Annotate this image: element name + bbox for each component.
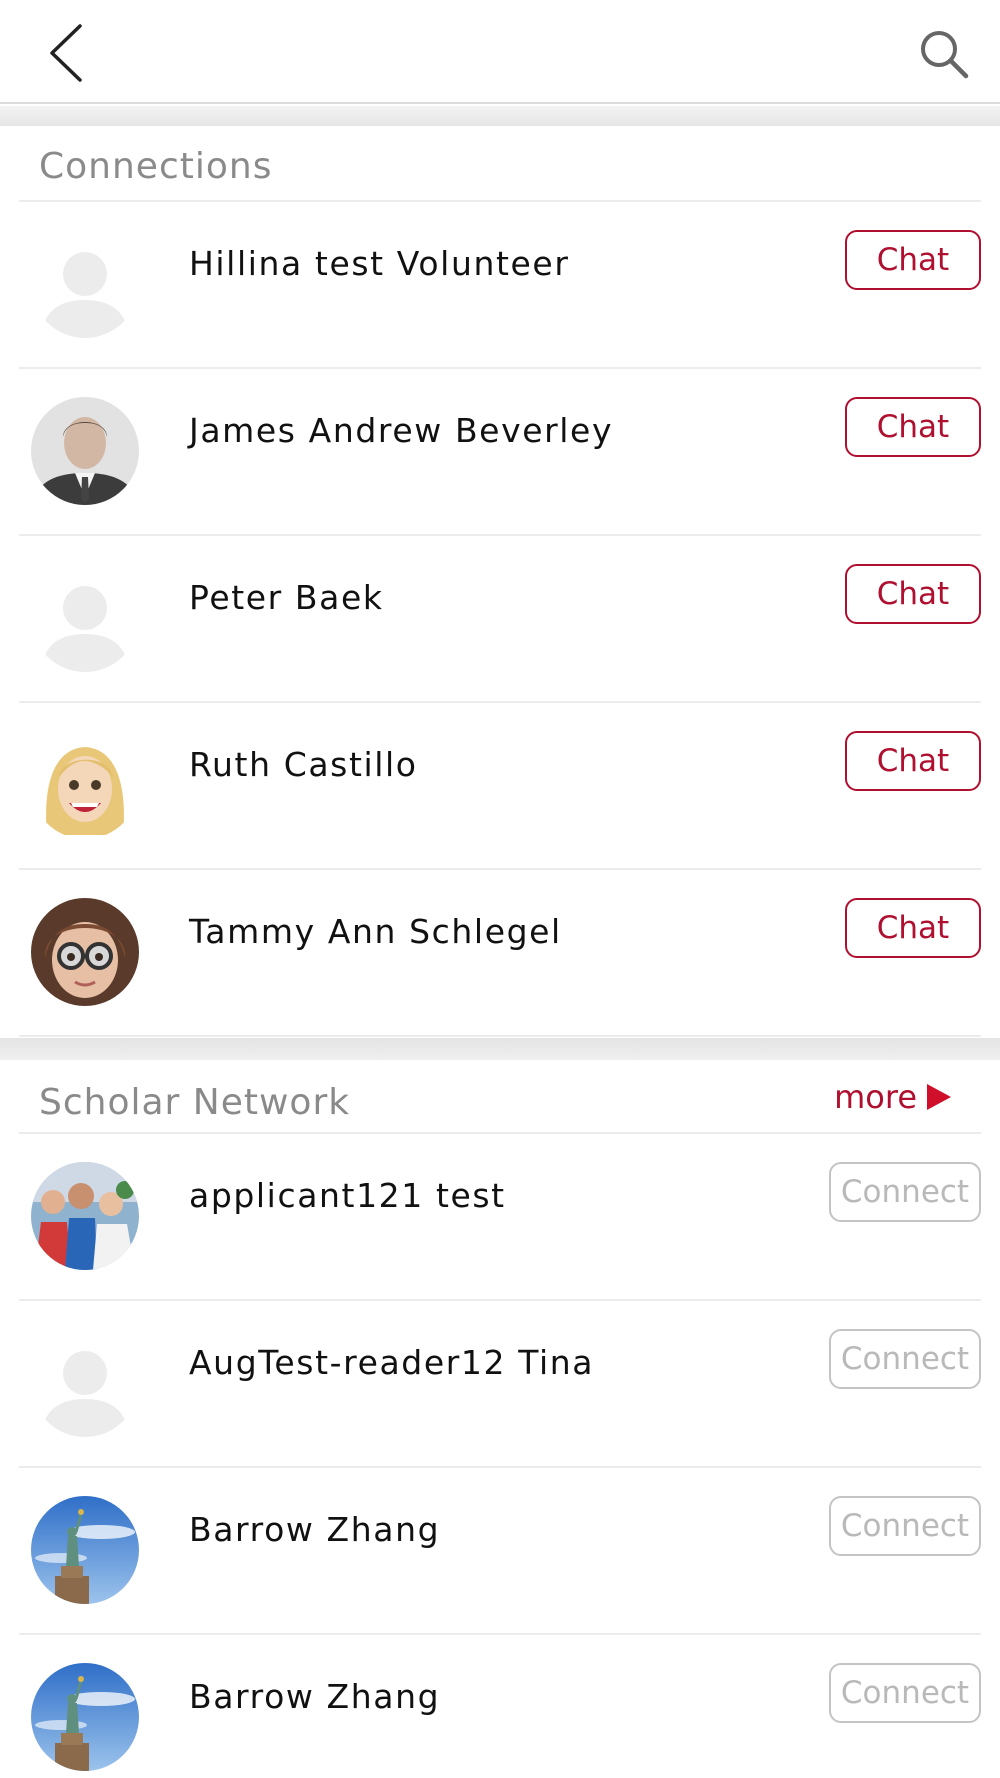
contact-name: Tammy Ann Schlegel bbox=[189, 912, 562, 951]
avatar bbox=[31, 731, 139, 839]
search-icon bbox=[921, 31, 969, 79]
avatar bbox=[31, 397, 139, 505]
connections-title: Connections bbox=[39, 146, 273, 187]
scholar-row[interactable]: AugTest-reader12 Tina Connect bbox=[19, 1301, 981, 1468]
avatar bbox=[31, 898, 139, 1006]
avatar bbox=[31, 1663, 139, 1771]
scholar-row[interactable]: Barrow Zhang Connect bbox=[19, 1635, 981, 1778]
chat-button[interactable]: Chat bbox=[845, 230, 981, 290]
connect-button[interactable]: Connect bbox=[829, 1496, 981, 1556]
scholar-row[interactable]: Barrow Zhang Connect bbox=[19, 1468, 981, 1635]
connection-row[interactable]: Ruth Castillo Chat bbox=[19, 703, 981, 870]
avatar bbox=[31, 1496, 139, 1604]
back-button[interactable] bbox=[44, 22, 88, 84]
connect-button[interactable]: Connect bbox=[829, 1329, 981, 1389]
section-separator bbox=[0, 106, 1000, 126]
top-navigation-bar bbox=[0, 0, 1000, 104]
contact-name: Peter Baek bbox=[189, 578, 384, 617]
chat-button[interactable]: Chat bbox=[845, 898, 981, 958]
scholar-row[interactable]: applicant121 test Connect bbox=[19, 1134, 981, 1301]
connect-button[interactable]: Connect bbox=[829, 1663, 981, 1723]
chevron-left-icon bbox=[50, 24, 82, 82]
avatar bbox=[31, 1162, 139, 1270]
avatar bbox=[31, 230, 139, 338]
connection-row[interactable]: James Andrew Beverley Chat bbox=[19, 369, 981, 536]
connection-row[interactable]: Tammy Ann Schlegel Chat bbox=[19, 870, 981, 1037]
contact-name: Ruth Castillo bbox=[189, 745, 418, 784]
contact-name: Barrow Zhang bbox=[189, 1510, 441, 1549]
contact-name: Hillina test Volunteer bbox=[189, 244, 570, 283]
more-link[interactable]: more bbox=[834, 1078, 951, 1116]
avatar bbox=[31, 564, 139, 672]
contact-name: Barrow Zhang bbox=[189, 1677, 441, 1716]
contact-name: James Andrew Beverley bbox=[189, 411, 614, 450]
connections-header: Connections bbox=[19, 126, 981, 202]
scholar-network-title: Scholar Network bbox=[39, 1082, 351, 1123]
triangle-right-icon bbox=[927, 1084, 951, 1110]
connection-row[interactable]: Peter Baek Chat bbox=[19, 536, 981, 703]
connect-button[interactable]: Connect bbox=[829, 1162, 981, 1222]
chat-button[interactable]: Chat bbox=[845, 397, 981, 457]
avatar bbox=[31, 1329, 139, 1437]
connection-row[interactable]: Hillina test Volunteer Chat bbox=[19, 202, 981, 369]
chat-button[interactable]: Chat bbox=[845, 731, 981, 791]
contact-name: applicant121 test bbox=[189, 1176, 506, 1215]
section-separator bbox=[0, 1038, 1000, 1060]
contact-name: AugTest-reader12 Tina bbox=[189, 1343, 595, 1382]
chat-button[interactable]: Chat bbox=[845, 564, 981, 624]
more-label: more bbox=[834, 1078, 917, 1116]
search-button[interactable] bbox=[918, 28, 970, 80]
scholar-network-header: Scholar Network more bbox=[19, 1060, 981, 1134]
